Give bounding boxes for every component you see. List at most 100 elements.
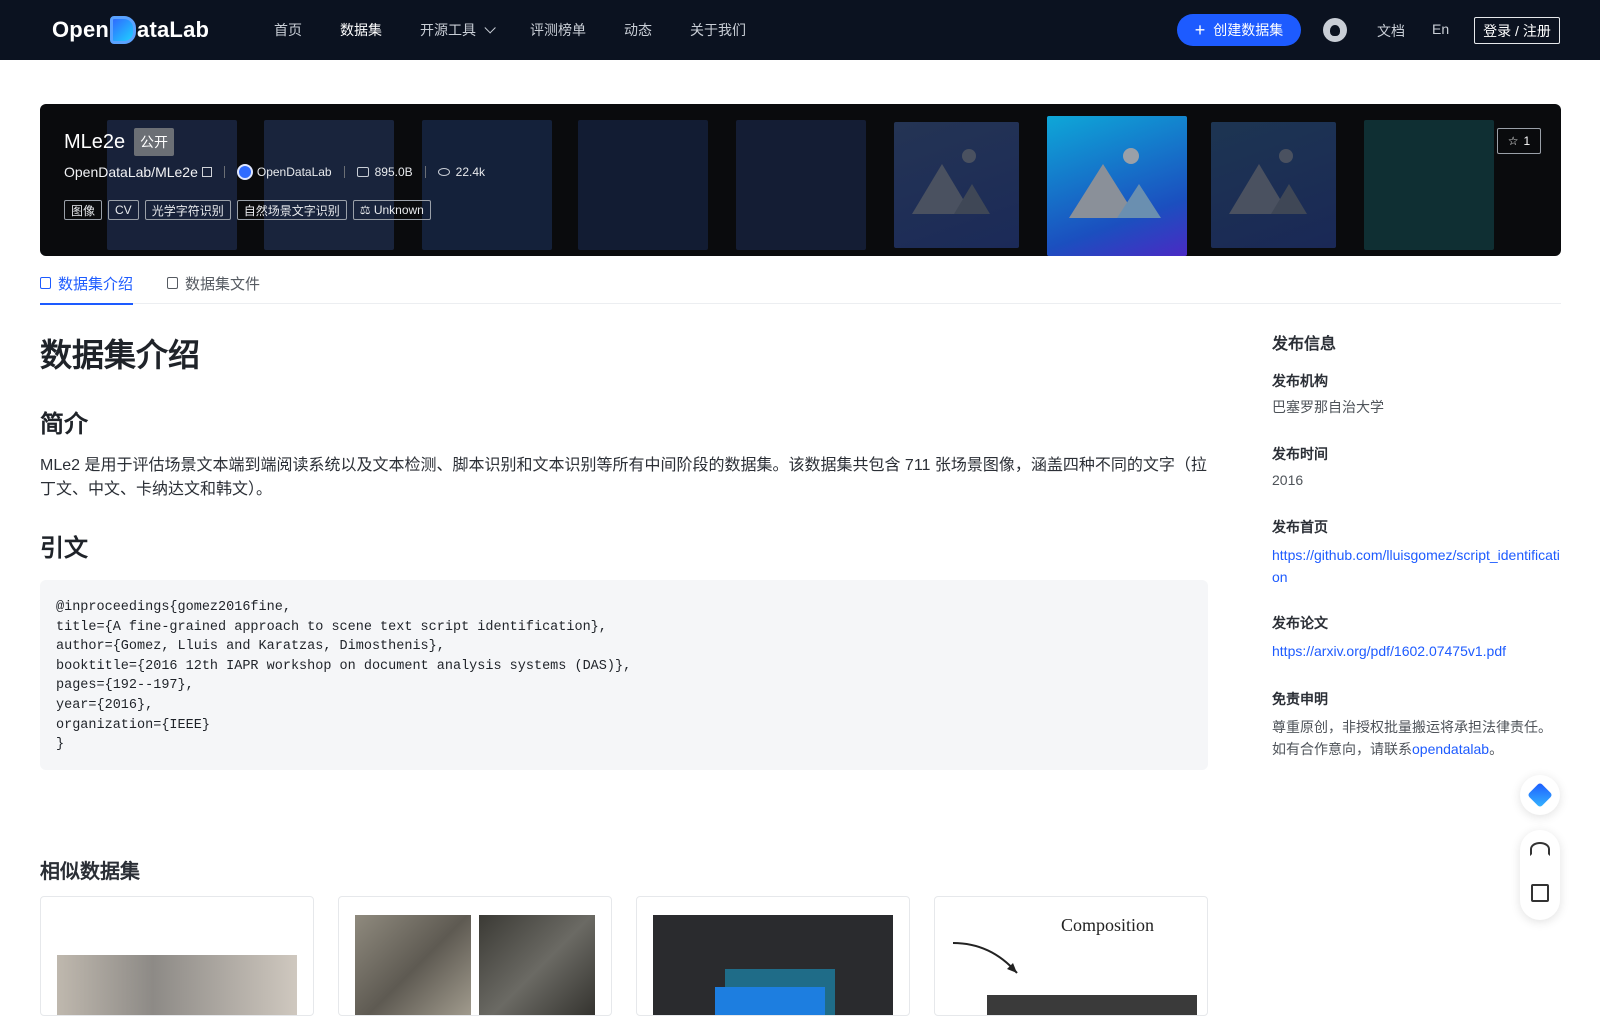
license-label: Unknown bbox=[373, 203, 424, 217]
homepage-label: 发布首页 bbox=[1272, 519, 1328, 535]
dataset-meta-row: OpenDataLab/MLe2e OpenDataLab 895.0B 22.… bbox=[64, 164, 485, 180]
top-navbar: Open ataLab 首页 数据集 开源工具 评测榜单 动态 关于我们 + 创建… bbox=[0, 0, 1600, 60]
headset-icon[interactable] bbox=[1530, 842, 1550, 856]
feedback-edit-icon[interactable] bbox=[1531, 884, 1549, 902]
dataset-title: MLe2e bbox=[64, 131, 126, 153]
paper-link[interactable]: https://arxiv.org/pdf/1602.07475v1.pdf bbox=[1272, 640, 1562, 662]
opendatalab-logo[interactable]: Open ataLab bbox=[52, 14, 209, 46]
divider bbox=[343, 166, 345, 178]
star-count: 1 bbox=[1523, 134, 1531, 148]
visibility-badge: 公开 bbox=[134, 128, 174, 156]
nav-item-about[interactable]: 关于我们 bbox=[690, 20, 746, 40]
tag[interactable]: 光学字符识别 bbox=[144, 200, 231, 220]
disclaimer-end: 。 bbox=[1489, 741, 1504, 757]
thumb-layer bbox=[715, 987, 825, 1015]
card-thumbnail bbox=[355, 915, 471, 1015]
diamond-icon bbox=[1527, 782, 1553, 808]
publish-info-sidebar: 发布信息 发布机构 巴塞罗那自治大学 发布时间 2016 发布首页 https:… bbox=[1272, 330, 1562, 757]
image-placeholder-icon bbox=[1229, 149, 1307, 214]
tab-files[interactable]: 数据集文件 bbox=[167, 262, 260, 304]
intro-paragraph: MLe2 是用于评估场景文本端到端阅读系统以及文本检测、脚本识别和文本识别等所有… bbox=[40, 457, 1207, 498]
homepage-link[interactable]: https://github.com/lluisgomez/script_ide… bbox=[1272, 544, 1562, 588]
dataset-path: OpenDataLab/MLe2e bbox=[64, 164, 198, 180]
org-label: 发布机构 bbox=[1272, 373, 1328, 389]
citation-heading: 引文 bbox=[40, 535, 88, 562]
banner-tile bbox=[894, 122, 1019, 248]
banner-tile-highlight bbox=[1047, 116, 1187, 256]
github-icon[interactable] bbox=[1323, 18, 1347, 42]
sidebar-title: 发布信息 bbox=[1272, 336, 1337, 353]
paper-label: 发布论文 bbox=[1272, 615, 1328, 631]
license-tag[interactable]: ⚖ Unknown bbox=[352, 200, 431, 220]
dataset-size: 895.0B bbox=[374, 165, 413, 179]
tag[interactable]: 图像 bbox=[64, 200, 103, 220]
citation-code-block: @inproceedings{gomez2016fine, title={A f… bbox=[40, 580, 1208, 770]
nav-item-news[interactable]: 动态 bbox=[624, 20, 652, 40]
org-value: 巴塞罗那自治大学 bbox=[1272, 399, 1384, 415]
tag-list: 图像 CV 光学字符识别 自然场景文字识别 ⚖ Unknown bbox=[64, 200, 431, 220]
nav-item-label: 开源工具 bbox=[420, 22, 476, 38]
nav-item-label: 动态 bbox=[624, 22, 652, 38]
disclaimer-text: 尊重原创，非授权批量搬运将承担法律责任。如有合作意向，请联系opendatala… bbox=[1272, 716, 1562, 760]
tag[interactable]: 自然场景文字识别 bbox=[236, 200, 347, 220]
tab-intro[interactable]: 数据集介绍 bbox=[40, 262, 134, 305]
login-register-button[interactable]: 登录 / 注册 bbox=[1474, 17, 1560, 44]
nav-item-datasets[interactable]: 数据集 bbox=[340, 20, 382, 40]
similar-dataset-card[interactable] bbox=[338, 896, 612, 1016]
similar-dataset-card[interactable] bbox=[636, 896, 910, 1016]
card-caption: Composition bbox=[1061, 915, 1155, 935]
divider bbox=[424, 166, 426, 178]
logo-text-atalab: ataLab bbox=[137, 17, 210, 42]
image-placeholder-icon bbox=[912, 149, 990, 214]
docs-link[interactable]: 文档 bbox=[1377, 21, 1405, 41]
nav-item-label: 关于我们 bbox=[690, 22, 746, 38]
copy-icon[interactable] bbox=[201, 167, 212, 177]
similar-datasets-heading: 相似数据集 bbox=[40, 861, 140, 883]
card-thumbnail bbox=[57, 955, 297, 1015]
banner-tile bbox=[422, 120, 552, 250]
language-switch[interactable]: En bbox=[1432, 21, 1449, 37]
create-dataset-label: 创建数据集 bbox=[1213, 22, 1284, 38]
tab-label: 数据集文件 bbox=[185, 275, 261, 293]
content-tabs: 数据集介绍 数据集文件 bbox=[40, 262, 1561, 305]
scale-icon: ⚖ bbox=[359, 203, 374, 217]
tag[interactable]: CV bbox=[108, 200, 139, 220]
star-icon: ☆ bbox=[1507, 134, 1519, 148]
chevron-down-icon bbox=[484, 22, 496, 34]
similar-dataset-card[interactable] bbox=[40, 896, 314, 1016]
create-dataset-button[interactable]: + 创建数据集 bbox=[1177, 14, 1301, 46]
star-button[interactable]: ☆ 1 bbox=[1497, 128, 1541, 154]
logo-text-open: Open bbox=[52, 17, 110, 42]
tab-label: 数据集介绍 bbox=[58, 275, 134, 293]
similar-dataset-card[interactable]: Composition bbox=[934, 896, 1208, 1016]
time-value: 2016 bbox=[1272, 472, 1304, 488]
nav-item-tools[interactable]: 开源工具 bbox=[420, 20, 496, 40]
arrow-icon bbox=[952, 942, 1018, 974]
org-avatar bbox=[236, 164, 253, 180]
dataset-hero-banner: MLe2e 公开 ☆ 1 OpenDataLab/MLe2e OpenDataL… bbox=[40, 104, 1561, 256]
database-icon bbox=[40, 277, 51, 289]
card-thumbnail bbox=[653, 915, 893, 1015]
assistant-button[interactable] bbox=[1520, 775, 1560, 815]
nav-item-label: 数据集 bbox=[340, 22, 382, 38]
divider bbox=[223, 166, 225, 178]
eye-icon bbox=[437, 168, 450, 176]
banner-tile bbox=[264, 120, 394, 250]
plus-icon: + bbox=[1194, 20, 1206, 40]
org-name[interactable]: OpenDataLab bbox=[257, 165, 332, 179]
nav-item-home[interactable]: 首页 bbox=[274, 20, 302, 40]
time-label: 发布时间 bbox=[1272, 446, 1328, 462]
storage-icon bbox=[356, 167, 369, 177]
readme-heading: 数据集介绍 bbox=[40, 337, 201, 373]
thumb-block bbox=[987, 995, 1197, 1015]
logo-mark bbox=[110, 16, 137, 44]
banner-tile bbox=[1364, 120, 1494, 250]
disclaimer-label: 免责申明 bbox=[1272, 691, 1328, 707]
nav-item-leaderboard[interactable]: 评测榜单 bbox=[530, 20, 586, 40]
banner-tile bbox=[736, 120, 866, 250]
nav-menu: 首页 数据集 开源工具 评测榜单 动态 关于我们 bbox=[274, 0, 784, 60]
image-placeholder-icon bbox=[1069, 148, 1161, 218]
contact-link[interactable]: opendatalab bbox=[1412, 741, 1489, 757]
banner-tile bbox=[1211, 122, 1336, 248]
file-icon bbox=[167, 277, 179, 289]
